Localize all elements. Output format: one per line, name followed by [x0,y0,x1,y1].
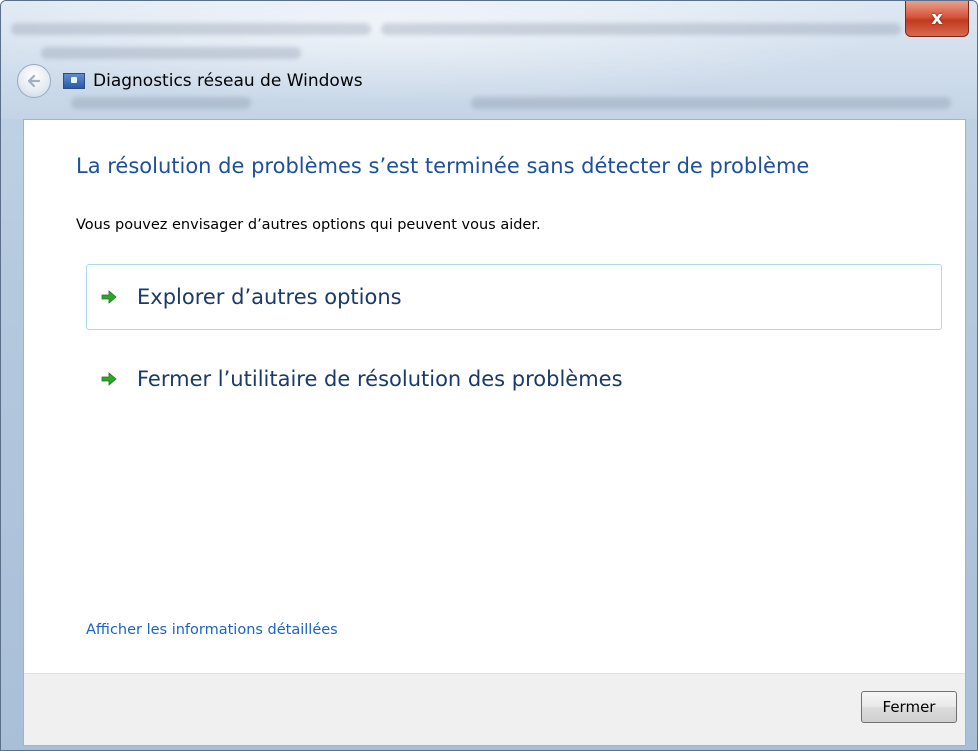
close-icon: x [931,8,943,29]
window-title: Diagnostics réseau de Windows [93,71,363,91]
back-button[interactable] [17,64,51,98]
back-arrow-icon [27,74,41,88]
page-subtitle: Vous pouvez envisager d’autres options q… [76,217,541,233]
green-arrow-icon [99,369,119,389]
green-arrow-icon [99,287,119,307]
blurred-background-text [41,47,301,59]
navigation-bar: Diagnostics réseau de Windows [17,63,363,99]
content-panel: La résolution de problèmes s’est terminé… [23,119,966,746]
title-bar-glass [1,1,977,119]
option-label: Fermer l’utilitaire de résolution des pr… [137,367,623,391]
page-heading: La résolution de problèmes s’est terminé… [76,154,810,178]
window-close-button[interactable]: x [905,1,969,37]
option-close-troubleshooter[interactable]: Fermer l’utilitaire de résolution des pr… [86,346,942,412]
show-details-link[interactable]: Afficher les informations détaillées [86,622,338,638]
dialog-footer: Fermer [24,673,965,745]
blurred-background-text [471,97,951,109]
option-label: Explorer d’autres options [137,285,402,309]
blurred-background-text [381,23,901,35]
option-explore-other-options[interactable]: Explorer d’autres options [86,264,942,330]
close-button[interactable]: Fermer [861,691,957,723]
dialog-window: x Diagnostics réseau de Windows La résol… [0,0,978,751]
blurred-background-text [11,23,371,35]
network-diagnostics-icon [63,73,85,89]
